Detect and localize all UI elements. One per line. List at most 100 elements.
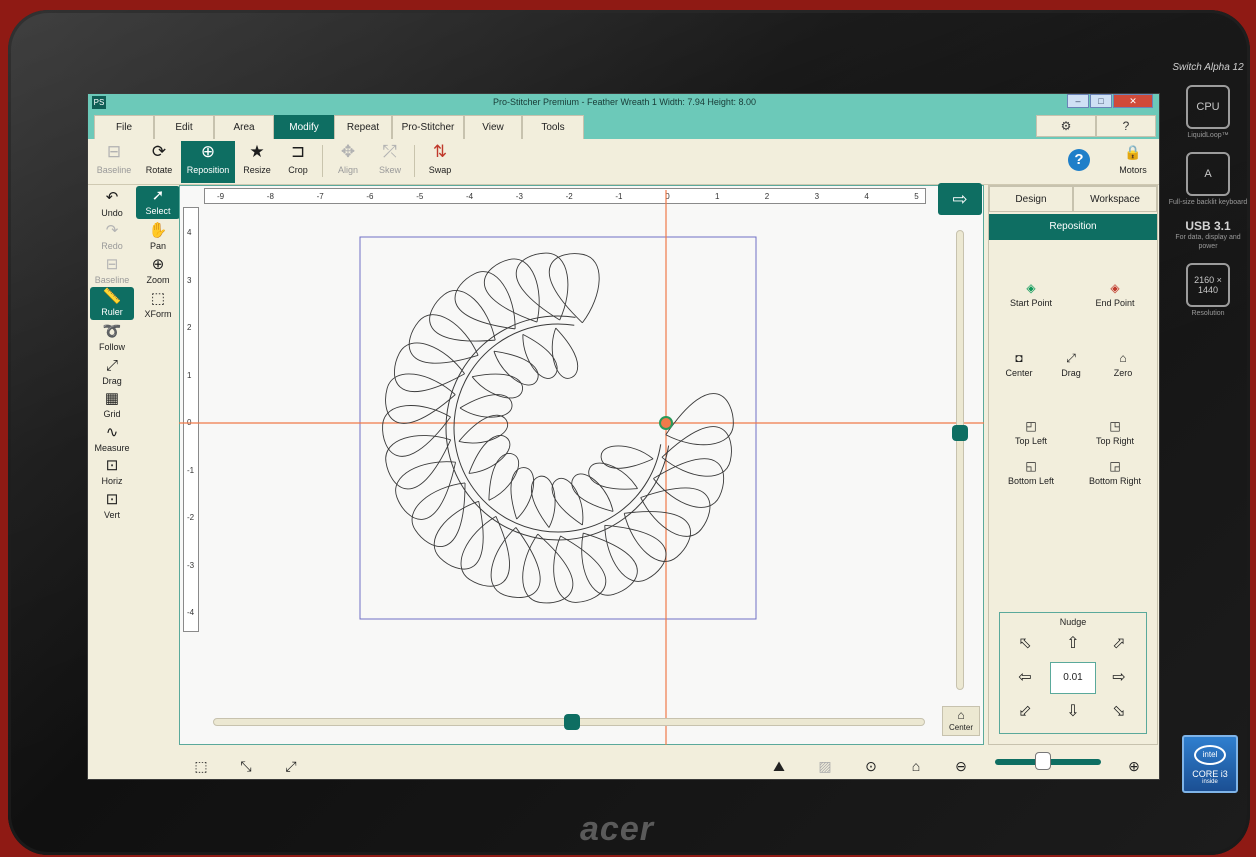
zero-button[interactable]: ⌂ Zero (1083, 350, 1159, 386)
top-right-label: Top Right (1095, 436, 1135, 446)
wreath-stroke (459, 394, 513, 418)
center-label: Center (1005, 368, 1033, 378)
usb-c-icon: USB 3.1 (1185, 219, 1231, 233)
nudge-right-icon[interactable]: ⇨ (1106, 667, 1132, 689)
bottom-left-icon: ◱ (1025, 459, 1037, 473)
bottom-right-label: Bottom Right (1088, 476, 1142, 486)
nudge-up-right-icon[interactable]: ⬀ (1106, 633, 1132, 655)
wreath-stroke (458, 414, 509, 444)
wreath-stroke (433, 500, 484, 570)
home-view-icon[interactable]: ⌂ (903, 756, 929, 776)
bottom-right-button[interactable]: ◲ Bottom Right (1075, 458, 1155, 494)
wreath-stroke (468, 435, 511, 474)
next-arrow-button[interactable]: ⇨ (938, 183, 982, 215)
wreath-stroke (484, 258, 540, 323)
right-panel: Design Workspace Reposition ◈ Start Point… (988, 185, 1158, 745)
top-left-button[interactable]: ◰ Top Left (991, 418, 1071, 454)
wreath-stroke (571, 473, 614, 512)
keyboard-icon: A (1186, 152, 1230, 196)
wreath-stroke (551, 327, 579, 379)
image-disabled-icon: ▨ (818, 758, 832, 774)
zoom-in-icon[interactable]: ⊕ (1121, 756, 1147, 776)
wreath-stroke (653, 458, 725, 508)
wreath-stroke (530, 475, 556, 528)
tab-design[interactable]: Design (989, 186, 1073, 212)
zoom-slider-thumb[interactable] (1034, 752, 1051, 770)
horizontal-slider-thumb[interactable] (564, 714, 580, 730)
wreath-stroke (411, 482, 466, 547)
vertical-slider-thumb[interactable] (952, 424, 968, 441)
panel-header: Reposition (989, 214, 1157, 240)
wreath-stroke (395, 461, 456, 520)
wreath-stroke (490, 527, 541, 598)
horizontal-slider[interactable] (213, 714, 925, 730)
intel-logo: intel (1194, 745, 1226, 765)
spec-resolution: Resolution (1191, 310, 1225, 317)
start-point-button[interactable]: ◈ Start Point (991, 280, 1071, 316)
center-view-button[interactable]: ⌂ Center (942, 706, 980, 736)
device-brand-logo: acer (580, 810, 654, 848)
nudge-left-icon[interactable]: ⇦ (1012, 667, 1038, 689)
wreath-stroke (510, 467, 535, 520)
home-icon: ⌂ (957, 708, 965, 722)
nudge-value-field[interactable]: 0.01 (1050, 662, 1096, 694)
zero-home-icon: ⌂ (1119, 351, 1127, 365)
wreath-stroke (665, 393, 734, 446)
center-label: Center (948, 723, 973, 732)
nudge-up-left-icon[interactable]: ⬁ (1012, 633, 1038, 655)
start-point-icon: ◈ (1026, 281, 1036, 295)
top-right-icon: ◳ (1109, 419, 1121, 433)
wreath-stroke (453, 323, 662, 533)
wreath-stroke (488, 453, 520, 501)
expand-icon[interactable]: ⤢ (278, 756, 304, 776)
design-boundary (359, 236, 757, 620)
image-view-icon[interactable]: ⛰ (766, 756, 792, 776)
tab-workspace[interactable]: Workspace (1073, 186, 1157, 212)
spec-usb: For data, display and power (1175, 234, 1241, 250)
wreath-stroke (640, 487, 711, 537)
bottom-left-button[interactable]: ◱ Bottom Left (991, 458, 1071, 494)
bottom-right-icon: ◲ (1109, 459, 1121, 473)
wreath-stroke (522, 533, 574, 604)
device-model: Switch Alpha 12 (1172, 62, 1244, 73)
cpu-icon: CPU (1186, 85, 1230, 129)
zoom-out-icon[interactable]: ⊖ (948, 756, 974, 776)
nudge-down-icon[interactable]: ⇩ (1060, 701, 1086, 723)
origin-marker[interactable] (659, 416, 673, 430)
wreath-stroke (394, 342, 465, 393)
wreath-stroke (408, 314, 479, 364)
shrink-icon[interactable]: ⤡ (233, 756, 259, 776)
end-point-label: End Point (1095, 298, 1135, 308)
nudge-group: Nudge ⬁ ⇧ ⬀ ⇦ 0.01 ⇨ ⬃ ⇩ ⬂ (999, 612, 1147, 734)
feather-wreath-design[interactable] (382, 252, 734, 604)
wreath-stroke (460, 515, 510, 587)
wreath-stroke (551, 477, 584, 526)
wreath-stroke (661, 426, 732, 477)
nudge-up-icon[interactable]: ⇧ (1060, 633, 1086, 655)
start-point-label: Start Point (1009, 298, 1053, 308)
spec-keyboard: Full-size backlit keyboard (1168, 199, 1248, 206)
nudge-down-left-icon[interactable]: ⬃ (1012, 701, 1038, 723)
zero-label: Zero (1113, 368, 1133, 378)
nudge-down-right-icon[interactable]: ⬂ (1106, 701, 1132, 723)
intel-core: CORE i3 (1192, 769, 1228, 779)
end-point-button[interactable]: ◈ End Point (1075, 280, 1155, 316)
zoom-fit-icon[interactable]: ⊙ (858, 756, 884, 776)
fit-design-icon[interactable]: ⬚ (188, 756, 214, 776)
wreath-stroke (515, 252, 569, 321)
end-point-icon: ◈ (1110, 281, 1120, 295)
wreath-stroke (385, 435, 452, 490)
bottom-left-label: Bottom Left (1007, 476, 1055, 486)
wreath-stroke (382, 405, 451, 457)
wreath-stroke (454, 271, 516, 330)
intel-inside: inside (1202, 779, 1218, 785)
vertical-slider[interactable] (952, 230, 968, 690)
top-right-button[interactable]: ◳ Top Right (1075, 418, 1155, 454)
app-screen: PS Pro-Stitcher Premium - Feather Wreath… (87, 93, 1160, 780)
wreath-stroke (522, 333, 558, 379)
resolution-icon: 2160 × 1440 (1186, 263, 1230, 307)
top-left-label: Top Left (1014, 436, 1048, 446)
intel-badge: intel CORE i3 inside (1182, 735, 1238, 793)
wreath-stroke (623, 511, 691, 562)
wreath-stroke (604, 524, 667, 582)
